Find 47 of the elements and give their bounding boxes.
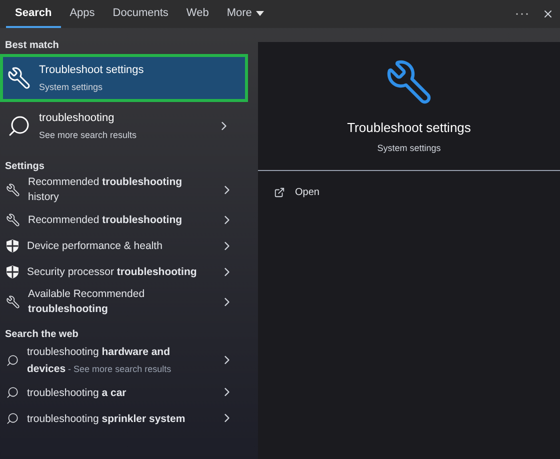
tab[interactable]: Apps	[60, 0, 104, 28]
settings-item-label: Recommended troubleshooting	[28, 212, 184, 228]
result-item[interactable]: Troubleshoot settings System settings	[0, 54, 248, 102]
settings-item[interactable]: Available Recommended troubleshooting	[0, 285, 248, 319]
shield-icon	[6, 265, 19, 279]
wrench-icon	[385, 58, 433, 106]
result-item[interactable]: troubleshooting See more search results	[0, 105, 248, 147]
settings-item-label: Device performance & health	[27, 238, 164, 254]
settings-item[interactable]: Recommended troubleshooting history	[0, 173, 248, 207]
settings-item[interactable]: Recommended troubleshooting	[0, 207, 248, 233]
preview-title: Troubleshoot settings	[347, 119, 471, 137]
settings-item-label: Available Recommended troubleshooting	[28, 287, 146, 317]
search-icon	[7, 114, 31, 138]
section-heading: Search the web	[4, 328, 80, 341]
web-result-item[interactable]: troubleshooting a car	[0, 379, 248, 405]
settings-item-label: Security processor troubleshooting	[27, 264, 198, 280]
settings-item[interactable]: Device performance & health	[0, 233, 248, 259]
search-icon	[6, 386, 19, 398]
web-result-item[interactable]: troubleshooting sprinkler system	[0, 405, 248, 431]
search-icon	[6, 412, 19, 424]
result-subtitle: See more search results	[39, 129, 138, 142]
section-heading: Settings	[4, 160, 46, 173]
search-icon	[6, 354, 19, 366]
settings-item-label: Recommended troubleshooting history	[28, 175, 184, 205]
web-result-item[interactable]: troubleshooting hardware and devices - See more search results	[0, 341, 248, 379]
open-button[interactable]: Open	[258, 177, 560, 207]
web-result-text: troubleshooting a car	[27, 386, 128, 400]
web-result-text: troubleshooting hardware and devices - See more search results	[27, 345, 172, 377]
shield-icon	[6, 239, 19, 253]
wrench-icon	[6, 295, 20, 309]
tab[interactable]: Search	[6, 0, 61, 28]
wrench-icon	[6, 183, 20, 197]
caret-icon	[256, 10, 264, 16]
tab[interactable]: Web	[177, 0, 218, 28]
wrench-icon	[7, 66, 31, 90]
settings-item[interactable]: Security processor troubleshooting	[0, 259, 248, 285]
preview-subtitle: System settings	[377, 142, 441, 155]
web-result-text: troubleshooting sprinkler system	[27, 412, 186, 426]
close-icon	[542, 8, 554, 20]
wrench-icon	[6, 213, 20, 227]
tab[interactable]: Documents	[104, 0, 178, 28]
more-menu-tab[interactable]: More	[218, 0, 273, 28]
result-subtitle: System settings	[39, 81, 104, 94]
result-title: troubleshooting	[39, 110, 116, 126]
result-title: Troubleshoot settings	[39, 62, 145, 78]
section-heading: Best match	[4, 39, 60, 52]
open-icon	[274, 186, 285, 198]
